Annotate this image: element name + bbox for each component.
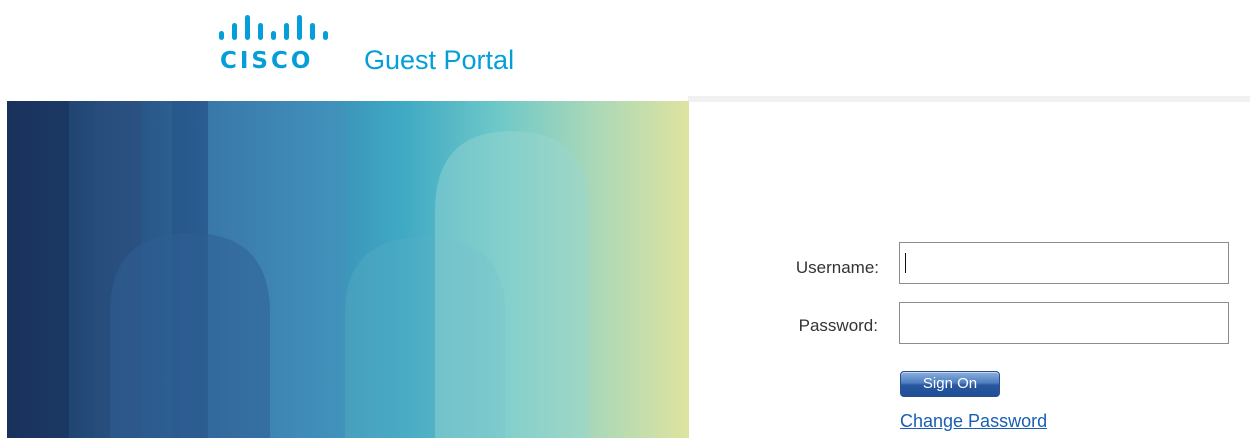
decorative-banner — [7, 101, 689, 438]
text-caret — [905, 253, 906, 273]
login-form: Username: Password: Sign On Change Passw… — [700, 240, 1240, 438]
username-input[interactable] — [899, 242, 1229, 284]
sign-on-button[interactable]: Sign On — [900, 371, 1000, 397]
portal-title: Guest Portal — [364, 45, 515, 75]
change-password-link[interactable]: Change Password — [900, 411, 1047, 432]
cisco-logo: CISCO — [219, 15, 334, 77]
banner-graphic — [7, 101, 689, 438]
username-label: Username: — [795, 258, 879, 277]
cisco-bars-icon — [219, 15, 328, 40]
header-divider — [688, 96, 1250, 102]
cisco-wordmark: CISCO — [220, 48, 314, 74]
password-label: Password: — [798, 316, 878, 335]
password-input[interactable] — [899, 302, 1229, 344]
page-header: CISCO Guest Portal — [0, 0, 1250, 96]
